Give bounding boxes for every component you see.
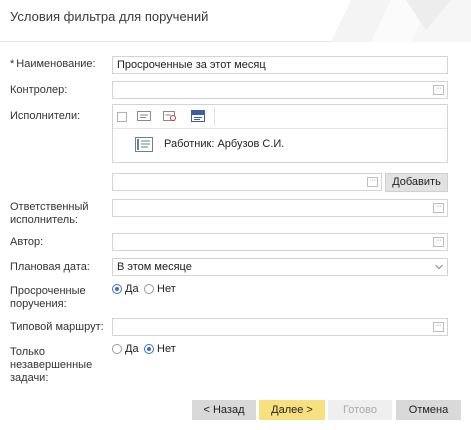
route-input[interactable]: ··· bbox=[112, 318, 448, 336]
unfinished-label-line2: незавершенные bbox=[10, 359, 93, 371]
unfinished-no-label: Нет bbox=[157, 343, 176, 355]
route-ellipsis-button[interactable]: ··· bbox=[433, 322, 444, 332]
radio-selected-icon bbox=[144, 344, 154, 354]
responsible-label: Ответственный исполнитель: bbox=[10, 201, 89, 227]
cancel-button[interactable]: Отмена bbox=[396, 400, 461, 420]
planned-date-label: Плановая дата: bbox=[10, 261, 90, 273]
unfinished-yes-label: Да bbox=[125, 343, 139, 355]
executors-list: Работник: Арбузов С.И. bbox=[112, 104, 448, 163]
add-executor-ellipsis-button[interactable]: ··· bbox=[367, 177, 378, 187]
executors-toolbar bbox=[113, 105, 447, 129]
name-value: Просроченные за этот месяц bbox=[117, 59, 266, 71]
name-label: * Наименование: bbox=[10, 58, 96, 71]
chevron-down-icon bbox=[435, 264, 443, 270]
next-button[interactable]: Далее > bbox=[259, 400, 325, 420]
header-decoration bbox=[331, 0, 471, 42]
add-executor-input[interactable]: ··· bbox=[112, 173, 382, 191]
dialog-title: Условия фильтра для поручений bbox=[10, 9, 209, 24]
unfinished-label-line1: Только bbox=[10, 346, 45, 358]
controller-ellipsis-button[interactable]: ··· bbox=[433, 85, 444, 95]
card-icon[interactable] bbox=[137, 110, 151, 122]
done-button[interactable]: Готово bbox=[328, 400, 392, 420]
controller-input[interactable]: ··· bbox=[112, 81, 448, 99]
name-label-text: Наименование: bbox=[16, 58, 96, 70]
abc-list-icon[interactable] bbox=[191, 110, 205, 122]
controller-label: Контролер: bbox=[10, 84, 68, 96]
overdue-label-line1: Просроченные bbox=[10, 285, 86, 297]
overdue-no-label: Нет bbox=[157, 283, 176, 295]
responsible-input[interactable]: ··· bbox=[112, 199, 448, 217]
route-label: Типовой маршрут: bbox=[10, 321, 104, 333]
unfinished-label-line3: задачи: bbox=[10, 372, 49, 384]
planned-date-select[interactable]: В этом месяце bbox=[112, 258, 448, 276]
author-input[interactable]: ··· bbox=[112, 233, 448, 251]
overdue-yes-label: Да bbox=[125, 283, 139, 295]
back-button[interactable]: < Назад bbox=[192, 400, 256, 420]
select-all-checkbox[interactable] bbox=[117, 112, 127, 122]
dialog-header: Условия фильтра для поручений bbox=[0, 0, 471, 42]
add-button[interactable]: Добавить bbox=[385, 173, 448, 192]
author-ellipsis-button[interactable]: ··· bbox=[433, 237, 444, 247]
overdue-label-line2: поручения: bbox=[10, 298, 67, 310]
toolbar-divider bbox=[214, 107, 215, 126]
name-input[interactable]: Просроченные за этот месяц bbox=[112, 56, 448, 74]
radio-selected-icon bbox=[112, 284, 122, 294]
unfinished-label: Только незавершенные задачи: bbox=[10, 346, 92, 385]
executors-label: Исполнители: bbox=[10, 110, 81, 122]
required-mark: * bbox=[10, 58, 15, 70]
card-search-icon[interactable] bbox=[163, 110, 177, 122]
responsible-label-line2: исполнитель: bbox=[10, 214, 78, 226]
responsible-label-line1: Ответственный bbox=[10, 201, 89, 213]
radio-unselected-icon bbox=[144, 284, 154, 294]
filter-conditions-dialog: Условия фильтра для поручений * Наименова… bbox=[0, 0, 471, 430]
employee-card-icon bbox=[135, 137, 153, 152]
author-label: Автор: bbox=[10, 236, 44, 248]
overdue-label: Просроченные поручения: bbox=[10, 285, 86, 311]
responsible-ellipsis-button[interactable]: ··· bbox=[433, 203, 444, 213]
planned-date-value: В этом месяце bbox=[117, 261, 192, 273]
executor-name: Работник: Арбузов С.И. bbox=[164, 138, 285, 150]
radio-unselected-icon bbox=[112, 344, 122, 354]
